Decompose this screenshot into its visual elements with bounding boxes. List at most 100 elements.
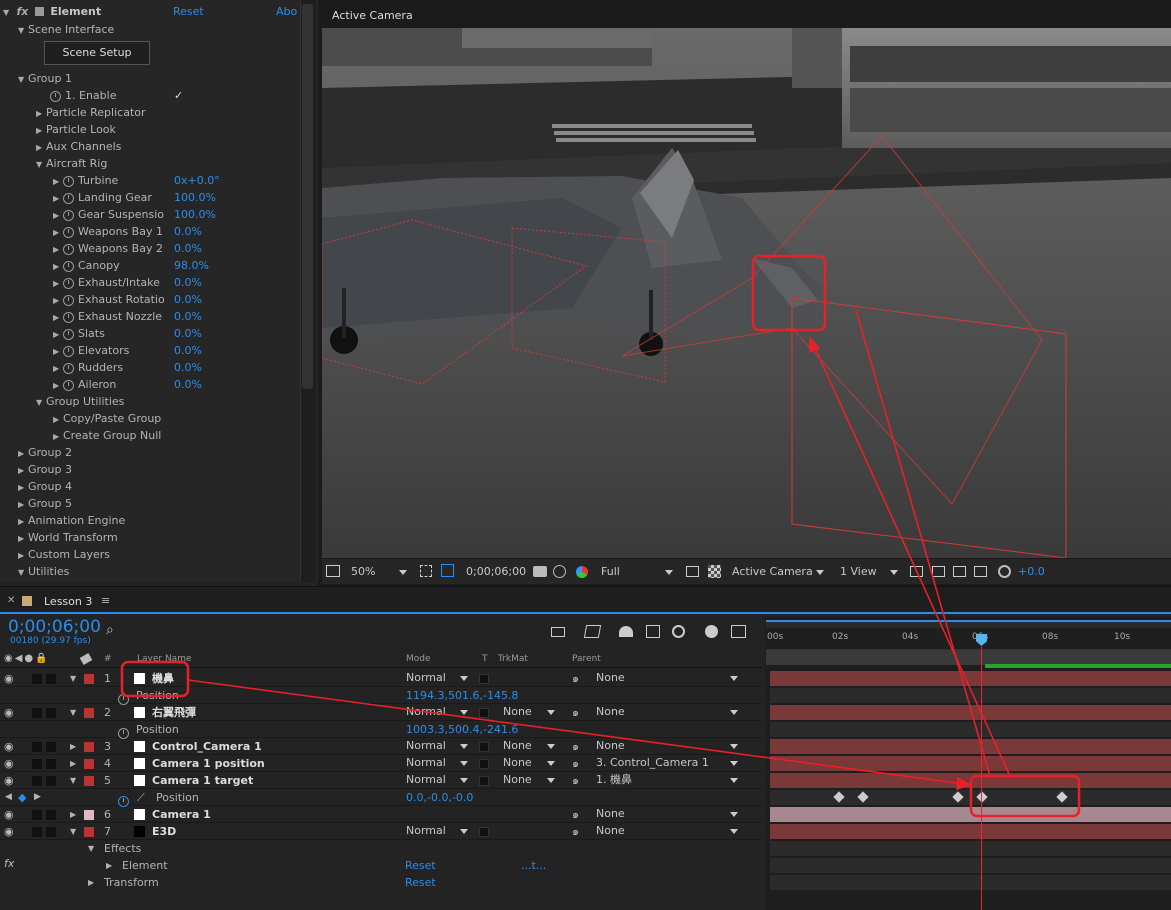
expand-triangle-icon[interactable]: ▶	[70, 738, 76, 755]
utilities[interactable]: ▼ Utilities	[18, 563, 318, 580]
prev-keyframe-icon[interactable]: ◀	[5, 789, 12, 806]
mode-header[interactable]: Mode	[406, 654, 431, 664]
collapsed-triangle-icon[interactable]: ▶	[18, 479, 28, 496]
stopwatch-icon[interactable]	[118, 727, 129, 739]
view-layout-dropdown[interactable]: 1 View	[840, 565, 902, 579]
track-bar[interactable]	[770, 824, 1171, 839]
time-ruler[interactable]	[766, 630, 1171, 650]
graph-editor-icon[interactable]	[731, 625, 746, 638]
transform-reset-link[interactable]: Reset	[405, 876, 436, 889]
camera-snapshot-icon[interactable]	[533, 566, 547, 577]
solo-box[interactable]	[32, 674, 42, 684]
eye-icon[interactable]: ◉	[4, 772, 14, 789]
group-2[interactable]: ▶ Group 2	[18, 444, 318, 461]
collapsed-triangle-icon[interactable]: ▶	[53, 275, 63, 292]
effect-about-link[interactable]: Abo	[276, 5, 297, 18]
viewer-timecode[interactable]: 0;00;06;00	[466, 565, 526, 578]
fast-previews-icon[interactable]	[686, 566, 699, 577]
position-property-row[interactable]: ◀ ◆ ▶ ⟋ Position 0.0,-0.0,-0.0	[0, 789, 762, 807]
eye-icon[interactable]: ◉	[4, 823, 14, 840]
stopwatch-icon[interactable]	[63, 311, 74, 323]
world-transform[interactable]: ▶ World Transform	[18, 529, 318, 546]
rig-param-value[interactable]: 0.0%	[174, 361, 202, 374]
collapsed-triangle-icon[interactable]: ▶	[53, 207, 63, 224]
rig-param-value[interactable]: 0.0%	[174, 310, 202, 323]
transform-group[interactable]: ▶ Transform	[0, 874, 762, 891]
collapsed-triangle-icon[interactable]: ▶	[53, 326, 63, 343]
rig-param-value[interactable]: 100.0%	[174, 208, 216, 221]
stopwatch-icon[interactable]	[63, 328, 74, 340]
brainstorm-icon[interactable]	[705, 625, 718, 638]
parent-dropdown[interactable]: None	[596, 705, 742, 719]
exposure-reset-icon[interactable]	[998, 565, 1011, 578]
track-bar[interactable]	[770, 722, 1171, 737]
trkmat-header[interactable]: TrkMat	[498, 654, 528, 664]
track-bar[interactable]	[770, 858, 1171, 873]
collapsed-triangle-icon[interactable]: ▶	[53, 360, 63, 377]
stopwatch-icon[interactable]	[63, 209, 74, 221]
layer-row[interactable]: ◉ ▼ 7 E3D Normal ๑ None	[0, 823, 762, 840]
rig-param-6[interactable]: ▶ Exhaust/Intake	[53, 274, 353, 291]
rig-param-value[interactable]: 98.0%	[174, 259, 209, 272]
current-time[interactable]: 0;00;06;00	[8, 617, 101, 637]
layer-name[interactable]: Camera 1	[152, 806, 211, 823]
fx-icon[interactable]: fx	[17, 5, 29, 18]
snapshot-icon[interactable]	[326, 565, 340, 577]
track-bar[interactable]	[770, 790, 1171, 805]
show-snapshot-icon[interactable]	[553, 565, 566, 578]
frame-blending-icon[interactable]	[646, 625, 660, 638]
stopwatch-icon[interactable]	[63, 294, 74, 306]
solo-box[interactable]	[32, 810, 42, 820]
lock-box[interactable]	[46, 827, 56, 837]
close-tab-icon[interactable]: ✕	[7, 595, 15, 606]
solo-box[interactable]	[32, 708, 42, 718]
particle-replicator[interactable]: ▶ Particle Replicator	[36, 104, 336, 121]
rig-param-value[interactable]: 0.0%	[174, 344, 202, 357]
collapsed-triangle-icon[interactable]: ▶	[18, 547, 28, 564]
custom-layers[interactable]: ▶ Custom Layers	[18, 546, 318, 563]
collapsed-triangle-icon[interactable]: ▶	[18, 513, 28, 530]
expand-triangle-icon[interactable]: ▼	[36, 394, 46, 411]
label-color-swatch[interactable]	[84, 708, 94, 718]
lock-box[interactable]	[46, 810, 56, 820]
effect-reset-link[interactable]: Reset	[173, 5, 204, 18]
collapsed-triangle-icon[interactable]: ▶	[53, 258, 63, 275]
expand-triangle-icon[interactable]: ▼	[88, 840, 94, 857]
playhead-line[interactable]	[981, 645, 982, 910]
pickwhip-icon[interactable]: ๑	[572, 755, 579, 772]
track-bar[interactable]	[770, 705, 1171, 720]
comp-tab[interactable]: Lesson 3	[44, 595, 92, 608]
layer-name[interactable]: E3D	[152, 823, 176, 840]
expand-triangle-icon[interactable]: ▼	[18, 22, 28, 39]
position-property-row[interactable]: Position 1003.3,500.4,-241.6	[0, 721, 762, 739]
rig-param-value[interactable]: 100.0%	[174, 191, 216, 204]
pickwhip-icon[interactable]: ๑	[572, 738, 579, 755]
layer-name[interactable]: Camera 1 target	[152, 772, 253, 789]
expand-triangle-icon[interactable]: ▼	[70, 823, 76, 840]
expand-triangle-icon[interactable]: ▼	[36, 156, 46, 173]
resolution-dropdown[interactable]: Full	[601, 565, 677, 579]
rig-param-value[interactable]: 0.0%	[174, 242, 202, 255]
expand-triangle-icon[interactable]: ▶	[70, 806, 76, 823]
solo-box[interactable]	[32, 742, 42, 752]
group-3[interactable]: ▶ Group 3	[18, 461, 318, 478]
track-bar[interactable]	[770, 739, 1171, 754]
next-keyframe-icon[interactable]: ▶	[34, 789, 41, 806]
collapsed-triangle-icon[interactable]: ▶	[53, 241, 63, 258]
motion-blur-icon[interactable]	[672, 625, 685, 638]
position-property-row[interactable]: Position 1194.3,501.6,-145.8	[0, 687, 762, 705]
effects-group[interactable]: ▼ Effects	[0, 840, 762, 857]
preserve-transparency-box[interactable]	[479, 674, 489, 684]
aircraft-rig[interactable]: ▼ Aircraft Rig	[36, 155, 336, 172]
exposure-value[interactable]: +0.0	[1018, 565, 1045, 578]
fast-preview-icon[interactable]	[932, 566, 945, 577]
expand-triangle-icon[interactable]: ▼	[70, 772, 76, 789]
pickwhip-icon[interactable]: ๑	[572, 704, 579, 721]
rig-param-11[interactable]: ▶ Rudders	[53, 359, 353, 376]
layer-row[interactable]: ◉ ▼ 2 右翼飛彈 Normal None ๑ None	[0, 704, 762, 721]
collapsed-triangle-icon[interactable]: ▶	[53, 309, 63, 326]
create-group-null[interactable]: ▶ Create Group Null	[53, 427, 353, 444]
layer-name[interactable]: 右翼飛彈	[152, 704, 196, 721]
lock-box[interactable]	[46, 776, 56, 786]
mode-dropdown[interactable]: Normal	[406, 671, 472, 685]
